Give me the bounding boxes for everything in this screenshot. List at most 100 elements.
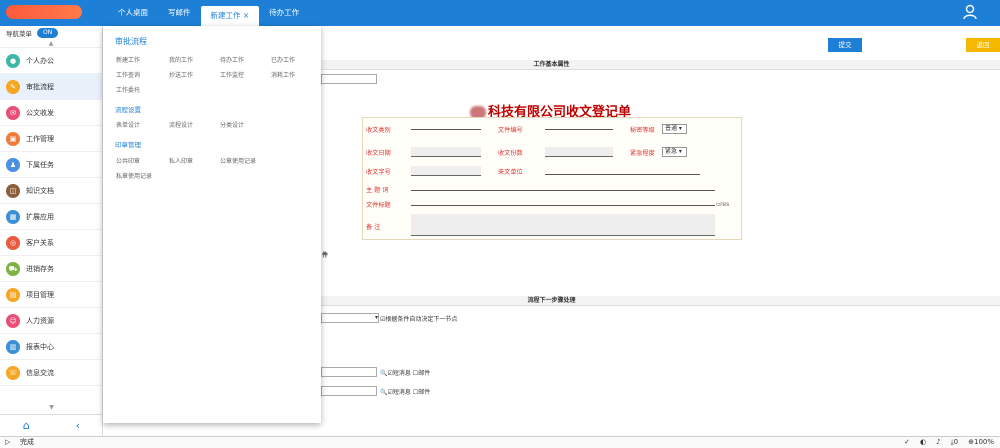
sidebar-item-human-resources[interactable]: ☺ 人力资源	[0, 308, 102, 334]
compat-icon[interactable]: ◐	[920, 437, 926, 448]
handler-input-1[interactable]	[321, 367, 377, 377]
attachment-label: 件	[322, 252, 329, 259]
receive-no-label: 收文字号	[366, 169, 391, 176]
mail-checkbox-1[interactable]: 邮件	[418, 370, 430, 377]
dropdown-section-seal-title: 印章管理	[115, 141, 141, 149]
dropdown-item-work-delegate[interactable]: 工作委托	[116, 85, 140, 94]
collapse-icon[interactable]: ‹	[76, 419, 80, 432]
dropdown-section-flow-settings-title: 流程设置	[115, 106, 141, 114]
secret-level-select[interactable]: 普通 ▾	[662, 124, 687, 134]
sidebar-item-label: 信息交流	[26, 368, 54, 377]
sidebar-item-document-exchange[interactable]: ✉ 公文收发	[0, 100, 102, 126]
dropdown-item-cc-work[interactable]: 抄送工作	[169, 70, 193, 79]
urgency-value: 紧急	[665, 148, 678, 155]
sidebar-item-personal-office[interactable]: ● 个人办公	[0, 48, 102, 74]
sender-unit-input[interactable]	[545, 174, 700, 175]
sidebar-item-project-management[interactable]: ▤ 项目管理	[0, 282, 102, 308]
receive-type-label: 收文类别	[366, 127, 391, 134]
handler-options-2: 🔍☑短消息 ☐邮件	[380, 389, 431, 396]
home-icon[interactable]: ⌂	[23, 419, 30, 432]
app-logo[interactable]	[6, 5, 82, 19]
note-textarea[interactable]	[411, 214, 715, 236]
receive-no-input[interactable]	[411, 166, 481, 176]
report-icon: ▥	[6, 339, 20, 354]
tab-new-work[interactable]: 新建工作 ×	[200, 6, 260, 26]
dropdown-item-category-design[interactable]: 分类设计	[220, 120, 244, 129]
sidebar-item-approval-flow[interactable]: ✎ 审批流程	[0, 74, 102, 100]
receive-count-input[interactable]	[545, 147, 613, 157]
security-icon[interactable]: ✓	[904, 437, 910, 448]
return-button[interactable]: 返回	[966, 38, 1000, 52]
scroll-down-icon[interactable]: ▼	[0, 404, 103, 412]
secret-level-label: 秘密等级	[630, 127, 655, 134]
subject-label: 主 题 词	[366, 187, 389, 194]
download-icon[interactable]: ⤓0	[951, 437, 959, 448]
scroll-up-icon[interactable]: ▲	[0, 40, 102, 48]
tab-personal-desktop[interactable]: 个人桌面	[108, 0, 158, 26]
sidebar-item-label: 扩展应用	[26, 212, 54, 221]
receive-type-input[interactable]	[411, 129, 481, 130]
handler-input-2[interactable]	[321, 386, 377, 396]
receive-date-label: 收文日期	[366, 150, 391, 157]
chat-icon: ☏	[6, 365, 20, 380]
work-icon: ▣	[6, 131, 20, 146]
dropdown-item-form-design[interactable]: 表单设计	[116, 120, 140, 129]
dropdown-item-private-seal[interactable]: 私人印章	[169, 156, 193, 165]
tab-write-mail[interactable]: 写邮件	[158, 0, 201, 26]
dropdown-item-consumed-work[interactable]: 消耗工作	[271, 70, 295, 79]
sidebar-item-customer-relations[interactable]: ◎ 客户关系	[0, 230, 102, 256]
subject-input[interactable]	[411, 190, 715, 191]
zoom-control[interactable]: ⊕100%	[968, 437, 994, 448]
sidebar-item-label: 工作管理	[26, 134, 54, 143]
sidebar-item-inventory[interactable]: ⛟ 进销存务	[0, 256, 102, 282]
tab-todo-work[interactable]: 待办工作	[259, 0, 309, 26]
dropdown-item-work-query[interactable]: 工作查询	[116, 70, 140, 79]
dropdown-item-new-work[interactable]: 新建工作	[116, 55, 140, 64]
search-icon[interactable]: 🔍	[380, 389, 387, 396]
doc-number-input[interactable]	[545, 129, 613, 130]
sidebar-item-report-center[interactable]: ▥ 报表中心	[0, 334, 102, 360]
sidebar-item-label: 公文收发	[26, 108, 54, 117]
dropdown-section-approval-title: 审批流程	[115, 37, 147, 46]
sidebar: 导航菜单 ON ▲ ● 个人办公 ✎ 审批流程 ✉ 公文收发 ▣ 工作管理 ♟ 下属任务 …	[0, 26, 103, 436]
user-icon[interactable]	[962, 4, 978, 20]
handler-options-1: 🔍☑短消息 ☐邮件	[380, 370, 431, 377]
urgency-select[interactable]: 紧急 ▾	[662, 147, 687, 157]
sidebar-item-work-management[interactable]: ▣ 工作管理	[0, 126, 102, 152]
sidebar-item-subordinate-tasks[interactable]: ♟ 下属任务	[0, 152, 102, 178]
auto-decide-checkbox[interactable]: ☑根据条件自动决定下一节点	[380, 314, 457, 323]
doc-title-input[interactable]	[411, 205, 715, 206]
mail-checkbox-2[interactable]: 邮件	[418, 389, 430, 396]
receive-count-label: 收文份数	[498, 150, 523, 157]
sidebar-item-extended-apps[interactable]: ▦ 扩展应用	[0, 204, 102, 230]
dropdown-item-public-seal[interactable]: 公共印章	[116, 156, 140, 165]
search-icon[interactable]: 🔍	[380, 370, 387, 377]
project-icon: ▤	[6, 287, 20, 302]
person-icon: ●	[6, 53, 20, 68]
inventory-icon: ⛟	[6, 261, 20, 276]
receive-date-input[interactable]	[411, 147, 481, 157]
dropdown-item-flow-design[interactable]: 流程设计	[169, 120, 193, 129]
dropdown-item-todo-work[interactable]: 待办工作	[220, 55, 244, 64]
dropdown-item-my-work[interactable]: 我的工作	[169, 55, 193, 64]
next-step-select[interactable]: ▾	[321, 313, 379, 323]
sms-checkbox-2[interactable]: 短消息	[393, 389, 411, 396]
dropdown-item-done-work[interactable]: 已办工作	[271, 55, 295, 64]
dropdown-item-work-monitor[interactable]: 工作监控	[220, 70, 244, 79]
dropdown-item-private-seal-log[interactable]: 私章使用记录	[116, 171, 152, 180]
nav-toggle-switch[interactable]: ON	[37, 28, 59, 38]
work-name-input[interactable]	[321, 74, 377, 84]
submit-button[interactable]: 提交	[828, 38, 862, 52]
sidebar-item-info-exchange[interactable]: ☏ 信息交流	[0, 360, 102, 386]
approval-icon: ✎	[6, 79, 20, 94]
dropdown-item-public-seal-log[interactable]: 公章使用记录	[220, 156, 256, 165]
sidebar-footer: ⌂ ‹	[0, 414, 103, 436]
download-count: 0	[953, 438, 959, 446]
play-icon: ▷	[5, 438, 11, 446]
sms-checkbox-1[interactable]: 短消息	[393, 370, 411, 377]
broken-image-icon: ▫res	[716, 201, 730, 208]
sidebar-item-knowledge-docs[interactable]: ◫ 知识文档	[0, 178, 102, 204]
sound-icon[interactable]: ♪	[936, 437, 940, 448]
doc-number-label: 文件编号	[498, 127, 523, 134]
team-icon: ♟	[6, 157, 20, 172]
